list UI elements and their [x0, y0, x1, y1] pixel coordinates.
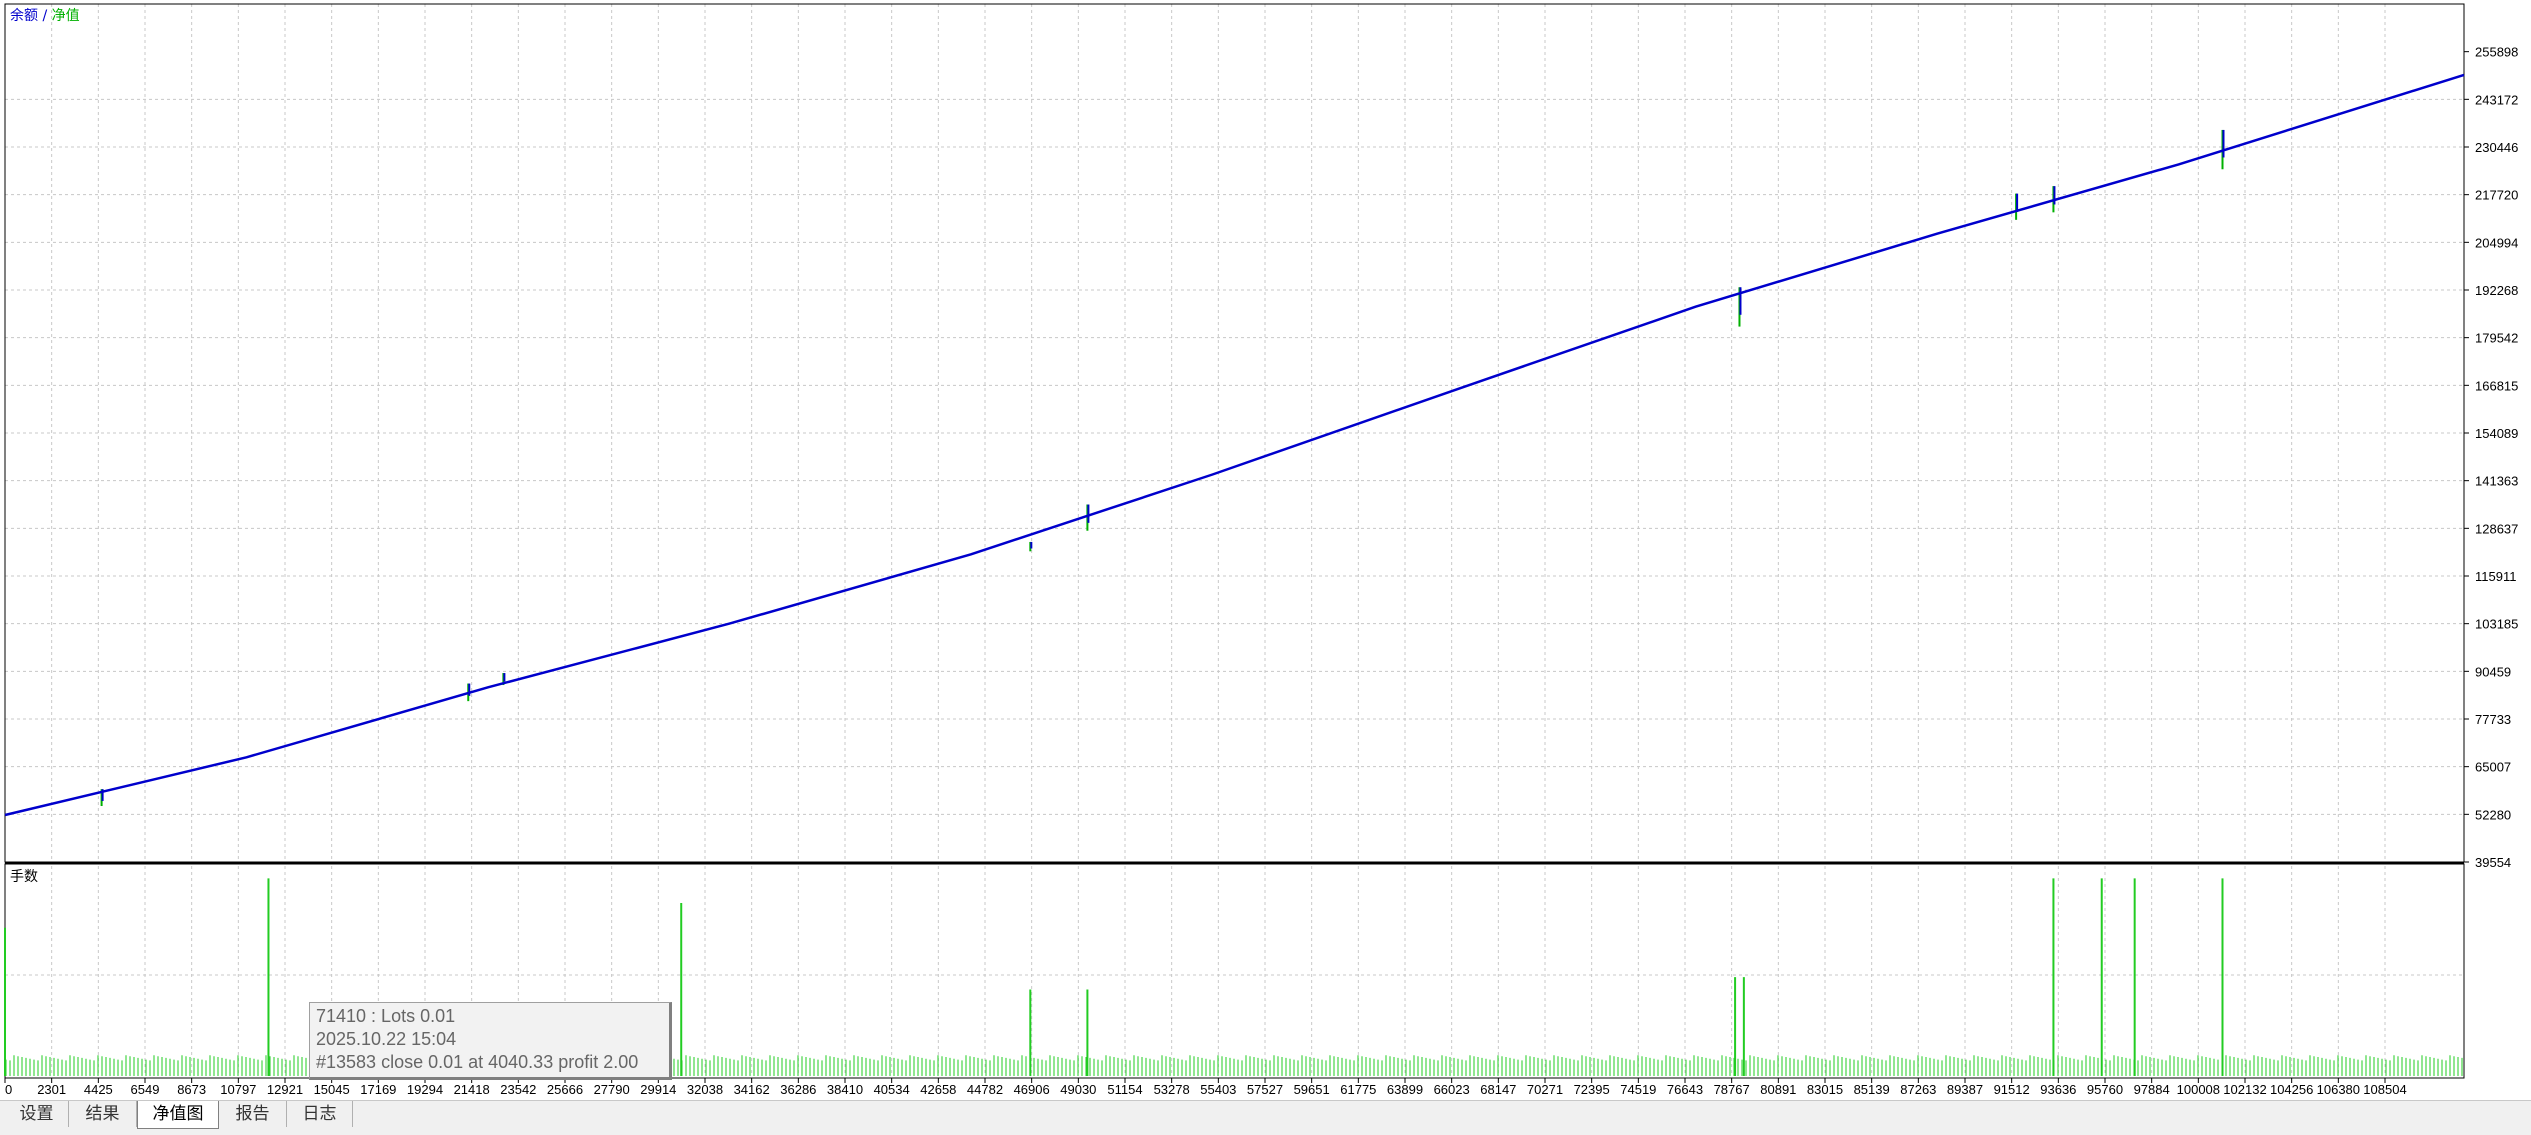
x-tick-label: 10797: [220, 1082, 256, 1097]
x-tick-label: 36286: [780, 1082, 816, 1097]
x-tick-label: 17169: [360, 1082, 396, 1097]
x-tick-label: 100008: [2177, 1082, 2220, 1097]
x-tick-label: 27790: [594, 1082, 630, 1097]
x-tick-label: 21418: [454, 1082, 490, 1097]
y-tick-label: 141363: [2475, 474, 2518, 489]
y-tick-label: 128637: [2475, 521, 2518, 536]
tooltip-line-1: 71410 : Lots 0.01: [316, 1006, 456, 1026]
lower-pane-title: 手数: [10, 869, 38, 885]
x-tick-label: 70271: [1527, 1082, 1563, 1097]
x-tick-label: 97884: [2134, 1082, 2170, 1097]
y-tick-label: 255898: [2475, 45, 2518, 60]
y-tick-label: 204994: [2475, 235, 2518, 250]
tab-report[interactable]: 报告: [219, 1101, 287, 1127]
x-tick-label: 74519: [1620, 1082, 1656, 1097]
tab-settings[interactable]: 设置: [5, 1101, 69, 1127]
y-tick-label: 230446: [2475, 140, 2518, 155]
x-tick-label: 19294: [407, 1082, 443, 1097]
y-tick-label: 243172: [2475, 92, 2518, 107]
trade-tooltip: 71410 : Lots 0.01 2025.10.22 15:04 #1358…: [309, 1002, 672, 1080]
x-tick-label: 78767: [1714, 1082, 1750, 1097]
legend-balance-label: 余额: [10, 7, 38, 24]
x-tick-label: 83015: [1807, 1082, 1843, 1097]
x-tick-label: 89387: [1947, 1082, 1983, 1097]
x-tick-label: 91512: [1994, 1082, 2030, 1097]
x-tick-label: 42658: [920, 1082, 956, 1097]
x-tick-label: 8673: [177, 1082, 206, 1097]
x-tick-label: 2301: [37, 1082, 66, 1097]
x-tick-label: 68147: [1480, 1082, 1516, 1097]
x-tick-label: 76643: [1667, 1082, 1703, 1097]
x-tick-label: 53278: [1154, 1082, 1190, 1097]
x-tick-label: 4425: [84, 1082, 113, 1097]
x-tick-label: 15045: [314, 1082, 350, 1097]
y-tick-label: 154089: [2475, 426, 2518, 441]
x-tick-label: 34162: [734, 1082, 770, 1097]
y-tick-label: 65007: [2475, 760, 2511, 775]
x-tick-label: 29914: [640, 1082, 676, 1097]
tab-results[interactable]: 结果: [69, 1101, 137, 1127]
x-tick-label: 66023: [1434, 1082, 1470, 1097]
x-tick-label: 51154: [1107, 1082, 1142, 1097]
x-tick-label: 61775: [1340, 1082, 1376, 1097]
tab-journal[interactable]: 日志: [287, 1101, 353, 1127]
x-tick-label: 23542: [500, 1082, 536, 1097]
y-tick-label: 115911: [2475, 569, 2516, 584]
x-tick-label: 0: [5, 1082, 12, 1097]
y-tick-label: 52280: [2475, 807, 2511, 822]
legend-separator: /: [38, 8, 52, 24]
x-tick-label: 95760: [2087, 1082, 2123, 1097]
x-tick-label: 49030: [1060, 1082, 1096, 1097]
tab-bar: 设置 结果 净值图 报告 日志: [0, 1100, 2531, 1135]
legend-equity-label: 净值: [52, 8, 80, 24]
y-tick-label: 217720: [2475, 188, 2518, 203]
x-tick-label: 106380: [2317, 1082, 2360, 1097]
x-tick-label: 46906: [1014, 1082, 1050, 1097]
x-tick-label: 12921: [267, 1082, 303, 1097]
x-tick-label: 6549: [131, 1082, 160, 1097]
x-tick-label: 85139: [1854, 1082, 1890, 1097]
x-tick-label: 72395: [1574, 1082, 1610, 1097]
tooltip-line-3: #13583 close 0.01 at 4040.33 profit 2.00: [316, 1052, 639, 1072]
y-tick-label: 103185: [2475, 617, 2518, 632]
x-tick-label: 93636: [2040, 1082, 2076, 1097]
x-tick-label: 55403: [1200, 1082, 1236, 1097]
tooltip-line-2: 2025.10.22 15:04: [316, 1029, 457, 1049]
x-tick-label: 102132: [2223, 1082, 2266, 1097]
x-tick-label: 104256: [2270, 1082, 2313, 1097]
y-tick-label: 39554: [2475, 855, 2511, 870]
x-tick-label: 59651: [1294, 1082, 1330, 1097]
x-tick-label: 63899: [1387, 1082, 1423, 1097]
x-tick-label: 38410: [827, 1082, 863, 1097]
x-tick-label: 40534: [874, 1082, 910, 1097]
x-tick-label: 32038: [687, 1082, 723, 1097]
y-tick-label: 90459: [2475, 664, 2511, 679]
tab-equity-graph[interactable]: 净值图: [137, 1101, 219, 1129]
y-tick-label: 77733: [2475, 712, 2511, 727]
x-tick-label: 25666: [547, 1082, 583, 1097]
y-tick-label: 166815: [2475, 378, 2518, 393]
x-tick-label: 87263: [1900, 1082, 1936, 1097]
legend: 余额 / 净值: [10, 7, 80, 24]
equity-chart: 255898 243172 230446 217720 204994 192268 1795…: [0, 0, 2531, 1100]
x-tick-label: 57527: [1247, 1082, 1283, 1097]
x-tick-label: 80891: [1760, 1082, 1796, 1097]
y-tick-label: 179542: [2475, 331, 2518, 346]
x-tick-label: 108504: [2363, 1082, 2406, 1097]
x-tick-label: 44782: [967, 1082, 1003, 1097]
y-tick-label: 192268: [2475, 283, 2518, 298]
